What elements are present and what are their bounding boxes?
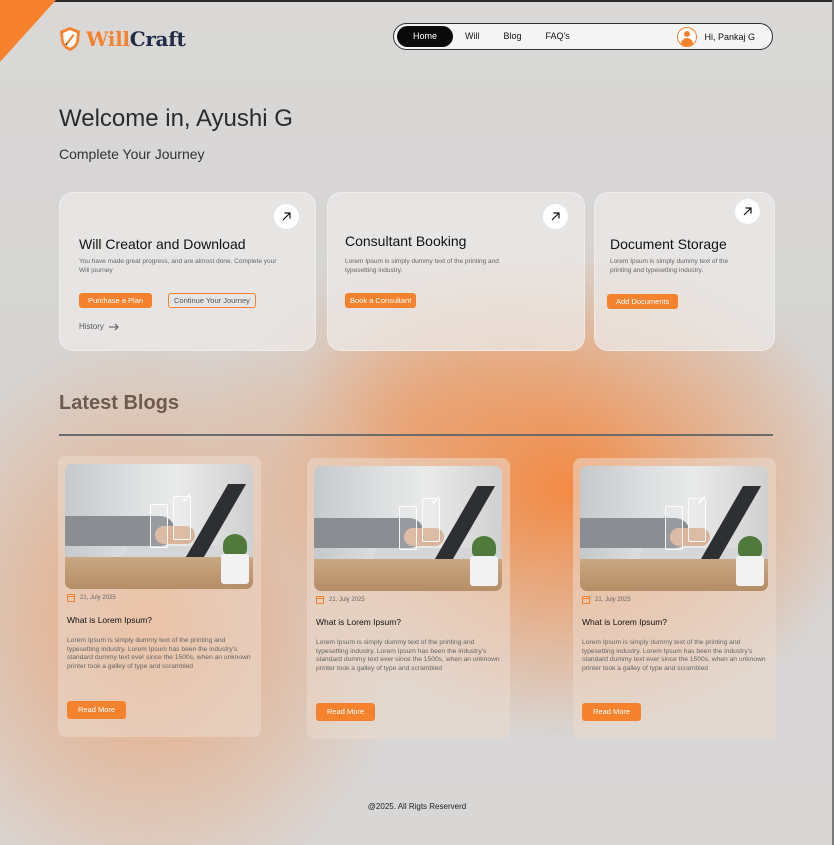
user-greeting: Hi, Pankaj G (704, 31, 755, 42)
blogs-section-title: Latest Blogs (59, 392, 180, 414)
card-description: You have made great progress, and are al… (79, 258, 277, 274)
calendar-icon (316, 596, 324, 604)
brand-name: WillCraft (86, 27, 186, 51)
blog-image[interactable]: ✓ (314, 466, 502, 591)
blog-card: ✓ 21, July 2025 What is Lorem Ipsum? Lor… (58, 456, 261, 737)
history-label: History (79, 322, 104, 331)
welcome-title: Welcome in, Ayushi G (59, 105, 293, 132)
book-consultant-button[interactable]: Book a Consultant (345, 293, 417, 308)
shield-logo-icon (60, 27, 80, 51)
consultant-open-button[interactable] (543, 204, 568, 229)
blog-date-text: 21, July 2025 (595, 597, 631, 603)
calendar-icon (67, 594, 75, 602)
blog-title: What is Lorem Ipsum? (67, 615, 153, 625)
card-title: Document Storage (610, 236, 727, 252)
arrow-up-right-icon (282, 212, 291, 221)
corner-accent (0, 0, 56, 62)
blog-title: What is Lorem Ipsum? (316, 617, 402, 627)
add-documents-button[interactable]: Add Documents (607, 294, 679, 309)
blog-excerpt: Lorem Ipsum is simply dummy text of the … (316, 639, 500, 672)
top-border (0, 0, 834, 2)
blog-image[interactable]: ✓ (65, 464, 253, 589)
nav-item-will[interactable]: Will (453, 26, 492, 47)
read-more-button[interactable]: Read More (582, 703, 642, 721)
blog-date: 21, July 2025 (67, 594, 116, 602)
divider (59, 434, 773, 436)
nav-item-home[interactable]: Home (397, 26, 454, 47)
card-title: Consultant Booking (345, 233, 467, 249)
calendar-icon (582, 596, 590, 604)
card-title: Will Creator and Download (79, 236, 246, 252)
brand-name-part2: Craft (129, 27, 186, 51)
history-link[interactable]: History (79, 322, 120, 331)
purchase-plan-button[interactable]: Purchase a Plan (79, 293, 153, 308)
card-description: Lorem Ipsum is simply dummy text of the … (610, 258, 729, 274)
blog-title: What is Lorem Ipsum? (582, 617, 668, 627)
brand-name-part1: Will (86, 27, 130, 51)
consultant-booking-card: Consultant Booking Lorem Ipsum is simply… (327, 192, 585, 351)
nav-item-faqs[interactable]: FAQ's (534, 26, 582, 47)
main-nav: Home Will Blog FAQ's Hi, Pankaj G (393, 23, 773, 50)
brand-logo[interactable]: WillCraft (58, 26, 186, 52)
blog-card: ✓ 21, July 2025 What is Lorem Ipsum? Lor… (573, 458, 776, 739)
read-more-button[interactable]: Read More (67, 701, 127, 719)
blog-card: ✓ 21, July 2025 What is Lorem Ipsum? Lor… (307, 458, 510, 739)
blog-date: 21, July 2025 (582, 596, 631, 604)
blog-excerpt: Lorem Ipsum is simply dummy text of the … (582, 639, 766, 672)
card-description: Lorem Ipsum is simply dummy text of the … (345, 258, 499, 274)
arrow-up-right-icon (743, 207, 752, 216)
blog-date-text: 21, July 2025 (80, 595, 116, 601)
blog-date: 21, July 2025 (316, 596, 365, 604)
will-creator-card: Will Creator and Download You have made … (59, 192, 316, 351)
document-storage-card: Document Storage Lorem Ipsum is simply d… (594, 192, 775, 351)
user-menu[interactable]: Hi, Pankaj G (677, 26, 769, 47)
read-more-button[interactable]: Read More (316, 703, 376, 721)
arrow-right-icon (108, 323, 119, 330)
user-avatar-icon (677, 26, 698, 47)
continue-journey-button[interactable]: Continue Your Journey (168, 293, 256, 308)
welcome-subtitle: Complete Your Journey (59, 146, 205, 162)
blog-image[interactable]: ✓ (580, 466, 768, 591)
documents-open-button[interactable] (735, 199, 760, 224)
will-creator-open-button[interactable] (274, 204, 299, 229)
blog-excerpt: Lorem Ipsum is simply dummy text of the … (67, 637, 251, 670)
nav-item-blog[interactable]: Blog (492, 26, 534, 47)
footer-copyright: @2025. All Rigts Reserverd (367, 802, 467, 811)
arrow-up-right-icon (551, 212, 560, 221)
blog-date-text: 21, July 2025 (329, 597, 365, 603)
